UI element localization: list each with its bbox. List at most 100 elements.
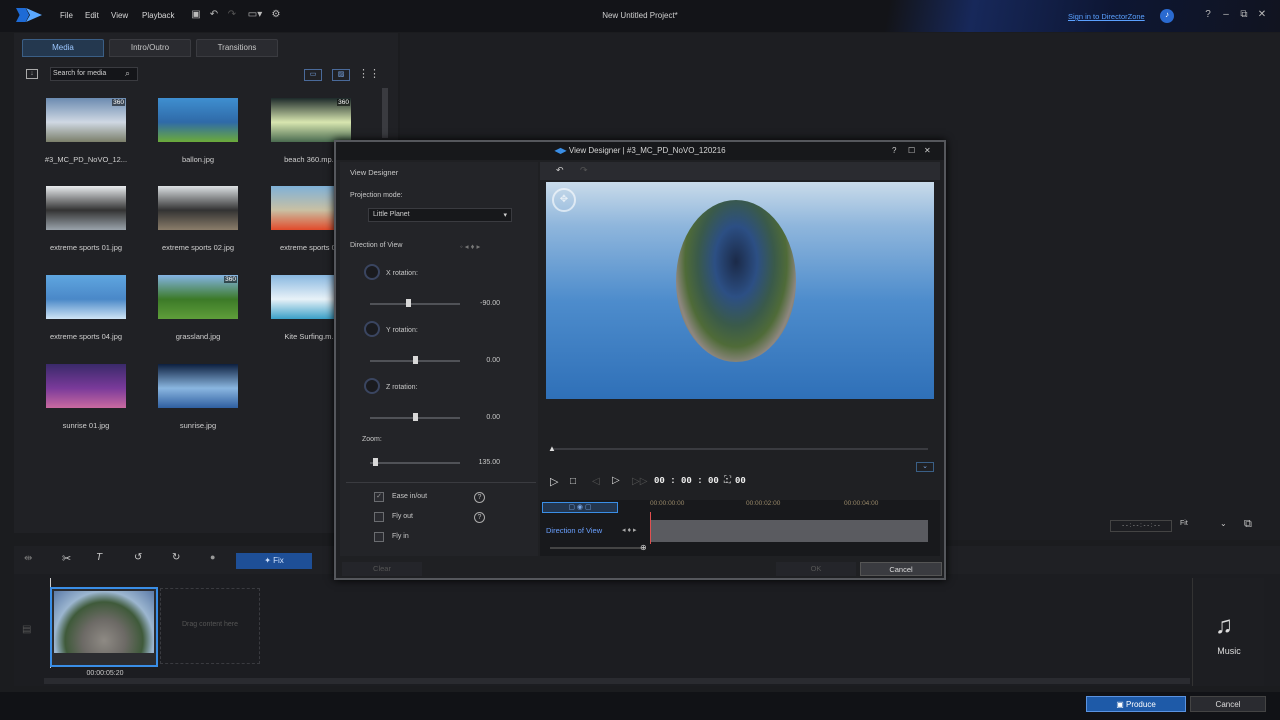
next-frame-icon[interactable]: ▷ <box>612 475 620 486</box>
tab-media[interactable]: Media <box>22 39 104 57</box>
fast-forward-icon[interactable]: ▷▷ <box>632 476 647 487</box>
media-label: sunrise 01.jpg <box>62 421 110 430</box>
flyout-help-icon[interactable]: ? <box>474 512 485 523</box>
clear-button[interactable]: Clear <box>342 562 422 576</box>
fix-enhance-button[interactable]: ✦ Fix <box>236 553 312 569</box>
clip-duration: 00:00:05:20 <box>86 670 124 677</box>
minimize-icon[interactable]: – <box>1220 9 1232 21</box>
projection-select[interactable]: Little Planet ▾ <box>368 208 512 222</box>
dialog-redo-icon[interactable]: ↷ <box>580 165 588 176</box>
keyframe-nav-icon[interactable]: ◦ ◂ ♦ ▸ <box>460 242 480 251</box>
preview-seek-bar[interactable] <box>552 448 928 450</box>
x-rotation-thumb[interactable] <box>405 299 411 307</box>
little-planet-image <box>676 200 796 362</box>
rotate-right-icon[interactable]: ↻ <box>172 552 180 563</box>
z-rotation-value: 0.00 <box>486 414 500 421</box>
keyframe-track[interactable] <box>650 520 928 542</box>
x-rotation-value: -90.00 <box>480 300 500 307</box>
play-icon[interactable]: ▷ <box>550 475 558 488</box>
y-rotation-thumb[interactable] <box>413 356 418 364</box>
media-thumbnail[interactable] <box>46 275 126 319</box>
dialog-help-icon[interactable]: ? <box>892 142 896 160</box>
tab-transitions[interactable]: Transitions <box>196 39 278 57</box>
track-keyframe-nav-icon[interactable]: ◂ ♦ ▸ <box>622 526 637 534</box>
video-filter-icon[interactable]: ▭ <box>304 69 322 81</box>
media-thumbnail[interactable]: 360 <box>271 98 351 142</box>
dialog-title: View Designer | #3_MC_PD_NoVO_120216 <box>568 146 726 155</box>
search-icon[interactable]: ⌕ <box>125 68 130 79</box>
view-designer-preview[interactable]: ✥ <box>546 182 934 399</box>
media-thumbnail[interactable] <box>158 364 238 408</box>
view-designer-settings: View Designer Projection mode: Little Pl… <box>340 162 538 556</box>
zoom-thumb[interactable] <box>372 458 378 466</box>
help-icon[interactable]: ? <box>1202 9 1214 21</box>
expand-icon[interactable]: ⌄ <box>916 462 934 472</box>
title-icon[interactable]: T <box>96 552 102 563</box>
flyin-checkbox[interactable] <box>374 532 384 542</box>
timeline-zoom-slider[interactable] <box>550 547 646 549</box>
tab-intro-outro[interactable]: Intro/Outro <box>109 39 191 57</box>
split-view-icon[interactable]: ⇹ <box>24 553 32 564</box>
restore-icon[interactable]: ⧉ <box>1238 9 1250 21</box>
chevron-down-icon[interactable]: ⌄ <box>1220 519 1227 528</box>
zoom-in-icon[interactable]: ⊕ <box>640 543 647 552</box>
x-rotation-dial-icon[interactable] <box>364 264 380 280</box>
effect-icon[interactable]: ● <box>210 552 215 562</box>
fullscreen-icon[interactable]: ⛶ <box>724 475 731 486</box>
close-icon[interactable]: ✕ <box>1256 9 1268 21</box>
x-rotation-slider[interactable] <box>370 303 460 305</box>
wand-icon: ✦ <box>264 556 274 565</box>
rotate-left-icon[interactable]: ↺ <box>134 552 142 563</box>
x-rotation-label: X rotation: <box>386 270 418 277</box>
grid-view-icon[interactable]: ⋮⋮ <box>358 67 380 80</box>
timeline-clip[interactable] <box>50 587 158 667</box>
media-label: ballon.jpg <box>181 155 215 164</box>
sign-in-link[interactable]: Sign in to DirectorZone <box>1068 12 1145 21</box>
z-rotation-dial-icon[interactable] <box>364 378 380 394</box>
media-thumbnail[interactable] <box>158 98 238 142</box>
ease-checkbox[interactable]: ✓ <box>374 492 384 502</box>
track-label: Direction of View <box>546 526 603 535</box>
360-badge: 360 <box>337 99 350 106</box>
external-preview-icon[interactable]: ⧉ <box>1244 518 1252 531</box>
z-rotation-thumb[interactable] <box>413 413 418 421</box>
ok-button[interactable]: OK <box>776 562 856 576</box>
view-mode-toggle[interactable]: ▢ ◉ ▢ <box>542 502 618 513</box>
produce-button[interactable]: ▣ Produce <box>1086 696 1186 712</box>
cancel-button[interactable]: Cancel <box>1190 696 1266 712</box>
timeline-scrollbar[interactable] <box>44 678 1190 684</box>
drop-zone[interactable]: Drag content here <box>160 588 260 664</box>
clip-thumbnail <box>54 591 154 653</box>
pan-control-icon[interactable]: ✥ <box>552 188 576 212</box>
media-scrollbar[interactable] <box>382 88 388 138</box>
zoom-slider[interactable] <box>370 462 460 464</box>
media-label: extreme sports 02.jpg <box>161 243 235 252</box>
flyin-label: Fly in <box>392 533 409 540</box>
media-thumbnail[interactable]: 360 <box>46 98 126 142</box>
media-thumbnail[interactable] <box>158 186 238 230</box>
scissors-icon[interactable]: ✂ <box>62 552 71 565</box>
dialog-maximize-icon[interactable]: ☐ <box>908 142 915 160</box>
seek-thumb-icon[interactable]: ▲ <box>548 444 556 453</box>
y-rotation-dial-icon[interactable] <box>364 321 380 337</box>
media-thumbnail[interactable] <box>46 186 126 230</box>
direction-label: Direction of View <box>350 242 403 249</box>
media-thumbnail[interactable] <box>46 364 126 408</box>
prev-frame-icon[interactable]: ◁ <box>592 476 600 487</box>
flyout-checkbox[interactable] <box>374 512 384 522</box>
music-panel[interactable]: ♫ Music <box>1192 578 1264 686</box>
ease-help-icon[interactable]: ? <box>474 492 485 503</box>
dialog-undo-icon[interactable]: ↶ <box>556 165 564 176</box>
dialog-cancel-button[interactable]: Cancel <box>860 562 942 576</box>
keyframe-playhead[interactable] <box>650 512 651 544</box>
import-media-icon[interactable]: ↓ <box>26 69 38 79</box>
track-icon: ▤ <box>22 624 32 635</box>
divider <box>346 482 536 483</box>
image-filter-icon[interactable]: ▨ <box>332 69 350 81</box>
media-thumbnail[interactable]: 360 <box>158 275 238 319</box>
timeline: ▤ Drag content here <box>14 574 1280 686</box>
zoom-value: 135.00 <box>478 459 500 466</box>
stop-icon[interactable]: □ <box>570 476 576 487</box>
notification-icon[interactable]: ♪ <box>1160 9 1174 23</box>
dialog-close-icon[interactable]: ✕ <box>924 142 931 160</box>
